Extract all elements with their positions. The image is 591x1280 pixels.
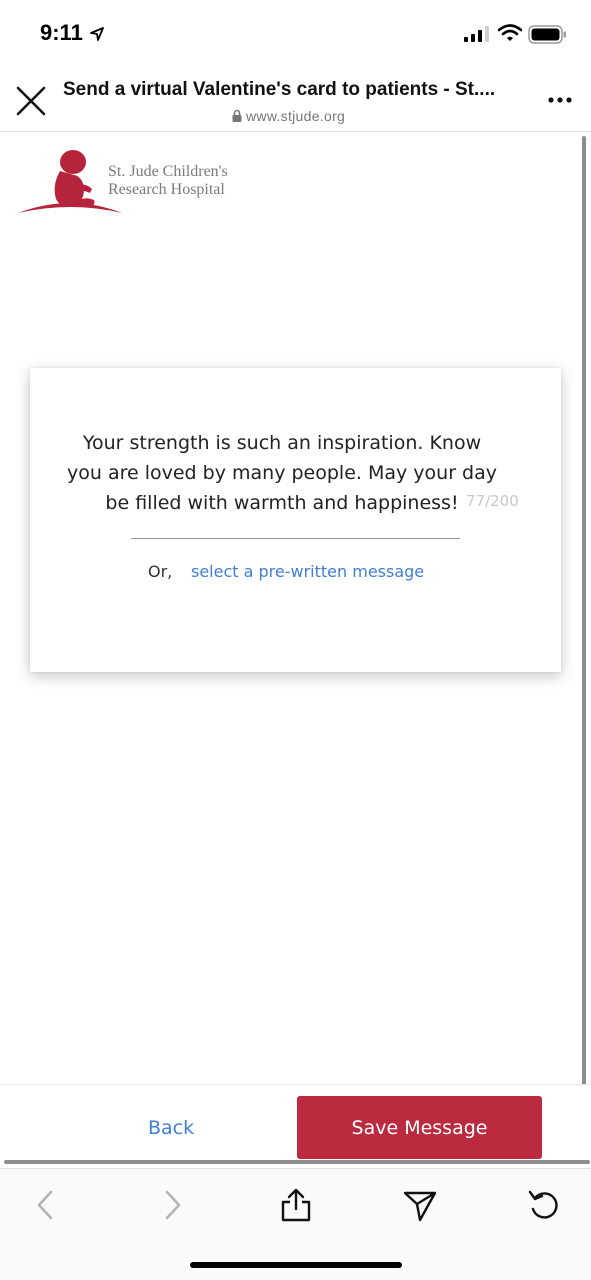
home-indicator (190, 1262, 402, 1268)
select-prewritten-message-link[interactable]: select a pre-written message (191, 562, 424, 581)
lock-icon (232, 109, 242, 125)
st-jude-logo: St. Jude Children's Research Hospital (16, 145, 256, 220)
message-textarea[interactable]: Your strength is such an inspiration. Kn… (66, 428, 498, 518)
status-time: 9:11 (40, 20, 83, 45)
forward-arrow-icon[interactable] (154, 1187, 190, 1223)
cellular-signal-icon (464, 26, 490, 46)
page-title: Send a virtual Valentine's card to patie… (63, 79, 496, 100)
battery-icon (528, 25, 568, 49)
message-card: Your strength is such an inspiration. Kn… (30, 368, 561, 672)
action-bar: Back Save Message (0, 1084, 591, 1164)
status-bar: 9:11 (0, 0, 591, 60)
logo-line-2: Research Hospital (108, 181, 225, 198)
or-label: Or, (148, 562, 173, 581)
wifi-icon (497, 24, 523, 46)
reload-icon[interactable] (526, 1187, 562, 1223)
horizontal-scrollbar[interactable] (4, 1160, 590, 1164)
location-arrow-icon (90, 26, 104, 45)
back-button[interactable]: Back (148, 1117, 194, 1139)
browser-toolbar (0, 1168, 591, 1280)
more-dots-icon[interactable] (546, 90, 576, 110)
character-count: 77/200 (466, 492, 519, 510)
share-icon[interactable] (278, 1187, 314, 1223)
browser-header: Send a virtual Valentine's card to patie… (0, 62, 591, 132)
url-text: www.stjude.org (246, 108, 346, 124)
back-arrow-icon[interactable] (28, 1187, 64, 1223)
logo-text: St. Jude Children's Research Hospital (108, 163, 228, 199)
page-url: www.stjude.org (232, 108, 345, 125)
vertical-scrollbar[interactable] (582, 136, 586, 1156)
send-icon[interactable] (402, 1187, 438, 1223)
textarea-underline (131, 538, 460, 539)
close-icon[interactable] (12, 82, 50, 120)
save-message-button[interactable]: Save Message (297, 1096, 542, 1159)
logo-line-1: St. Jude Children's (108, 163, 228, 180)
